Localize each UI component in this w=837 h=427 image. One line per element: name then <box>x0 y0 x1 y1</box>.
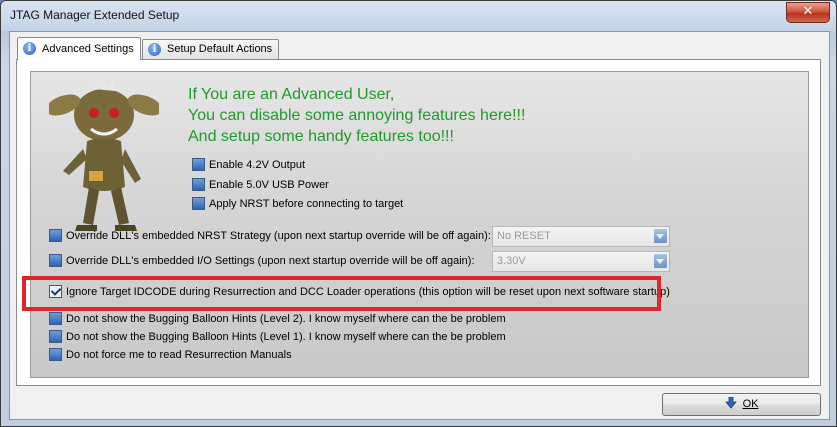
tab-label: Advanced Settings <box>42 43 134 55</box>
enable-42v-checkbox[interactable] <box>192 158 205 171</box>
chevron-down-icon[interactable] <box>654 229 667 243</box>
nrst-strategy-select[interactable]: No RESET <box>492 226 670 247</box>
no-hints-level2-label: Do not show the Bugging Balloon Hints (L… <box>66 313 506 325</box>
tab-setup-default-actions[interactable]: i Setup Default Actions <box>142 39 280 59</box>
nrst-strategy-value: No RESET <box>497 230 551 242</box>
headline-line: And setup some handy features too!!! <box>188 128 454 145</box>
override-io-checkbox[interactable] <box>49 254 62 267</box>
advanced-user-headline: If You are an Advanced User, You can dis… <box>188 84 525 147</box>
no-hints-level1-label: Do not show the Bugging Balloon Hints (L… <box>66 331 506 343</box>
client-area: i Advanced Settings i Setup Default Acti… <box>9 31 830 420</box>
tab-panel: If You are an Advanced User, You can dis… <box>16 59 821 386</box>
title-bar[interactable]: JTAG Manager Extended Setup ✕ <box>1 1 836 31</box>
ok-button[interactable]: OK <box>662 393 821 416</box>
window-title: JTAG Manager Extended Setup <box>10 8 180 22</box>
enable-50v-label: Enable 5.0V USB Power <box>209 179 329 191</box>
settings-group: If You are an Advanced User, You can dis… <box>30 71 809 378</box>
dialog-window: JTAG Manager Extended Setup ✕ i Advanced… <box>0 0 837 427</box>
headline-line: You can disable some annoying features h… <box>188 107 526 124</box>
tab-label: Setup Default Actions <box>167 43 273 55</box>
ignore-idcode-checkbox[interactable] <box>49 285 62 298</box>
chevron-down-icon[interactable] <box>654 254 667 268</box>
ignore-idcode-label: Ignore Target IDCODE during Resurrection… <box>66 286 670 298</box>
enable-50v-checkbox[interactable] <box>192 178 205 191</box>
tab-advanced-settings[interactable]: i Advanced Settings <box>17 37 141 60</box>
no-manuals-checkbox[interactable] <box>49 348 62 361</box>
enable-42v-label: Enable 4.2V Output <box>209 159 306 171</box>
io-voltage-value: 3.30V <box>497 255 526 267</box>
no-manuals-label: Do not force me to read Resurrection Man… <box>66 349 292 361</box>
apply-nrst-checkbox[interactable] <box>192 197 205 210</box>
override-nrst-checkbox[interactable] <box>49 229 62 242</box>
close-button[interactable]: ✕ <box>786 2 830 23</box>
info-icon: i <box>148 43 161 56</box>
info-icon: i <box>23 42 36 55</box>
no-hints-level2-checkbox[interactable] <box>49 312 62 325</box>
ok-button-label: OK <box>742 398 759 410</box>
close-icon: ✕ <box>802 4 814 19</box>
down-arrow-icon <box>724 397 737 409</box>
gremlin-mascot-image <box>49 77 159 231</box>
headline-line: If You are an Advanced User, <box>188 86 395 103</box>
override-nrst-label: Override DLL's embedded NRST Strategy (u… <box>66 230 491 242</box>
apply-nrst-label: Apply NRST before connecting to target <box>209 198 404 210</box>
no-hints-level1-checkbox[interactable] <box>49 330 62 343</box>
io-voltage-select[interactable]: 3.30V <box>492 251 670 272</box>
override-io-label: Override DLL's embedded I/O Settings (up… <box>66 255 475 267</box>
